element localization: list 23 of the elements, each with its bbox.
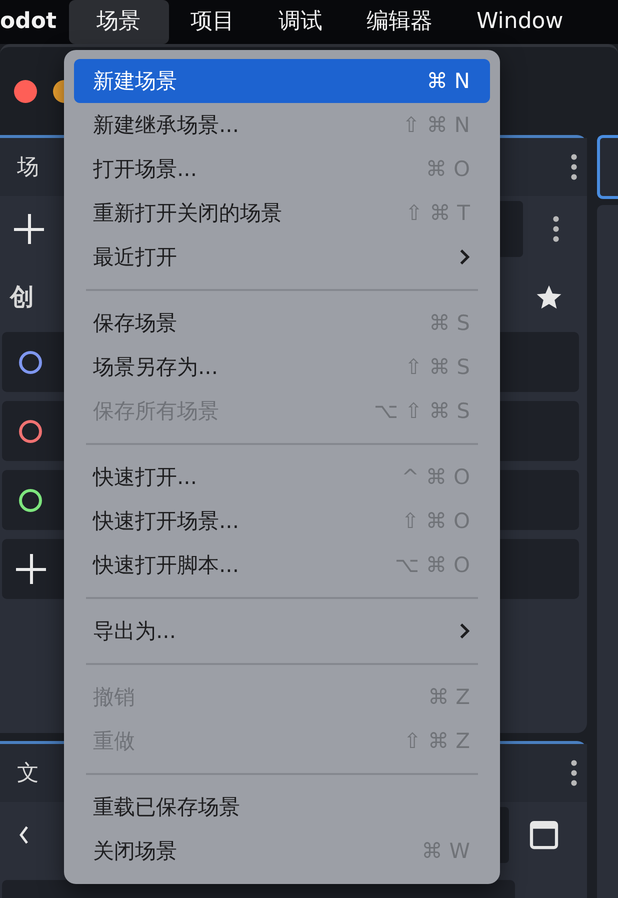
more-icon[interactable] <box>571 758 577 788</box>
menu-bar-item[interactable]: 项目 <box>168 0 256 44</box>
chevron-icon <box>459 622 470 640</box>
menu-bar-item[interactable]: 场景 <box>68 0 168 44</box>
panel-tab[interactable]: 场 <box>17 152 39 182</box>
menu-bar-item[interactable]: 编辑器 <box>344 0 454 44</box>
section-heading: 创 <box>10 282 34 313</box>
more-icon[interactable] <box>553 214 559 244</box>
menu-item[interactable]: 导出为... <box>74 609 490 653</box>
menu-bar-item[interactable]: 调试 <box>256 0 344 44</box>
star-icon[interactable] <box>535 283 563 311</box>
menu-item[interactable]: 最近打开 <box>74 235 490 279</box>
shortcut-text: ⌘ N <box>426 69 470 93</box>
menu-item[interactable]: 新建场景 ⌘ N <box>74 59 490 103</box>
menu-bar-item[interactable]: odot <box>0 0 68 44</box>
menu-bar-item[interactable]: Window <box>454 0 586 44</box>
more-icon[interactable] <box>571 152 577 182</box>
window-icon[interactable] <box>529 820 559 850</box>
close-button[interactable] <box>14 80 37 102</box>
panel-tab[interactable] <box>597 135 618 199</box>
menu-item[interactable]: 重载已保存场景 <box>74 785 490 829</box>
chevron-icon <box>459 248 470 266</box>
panel-tab[interactable]: 文 <box>17 758 39 788</box>
